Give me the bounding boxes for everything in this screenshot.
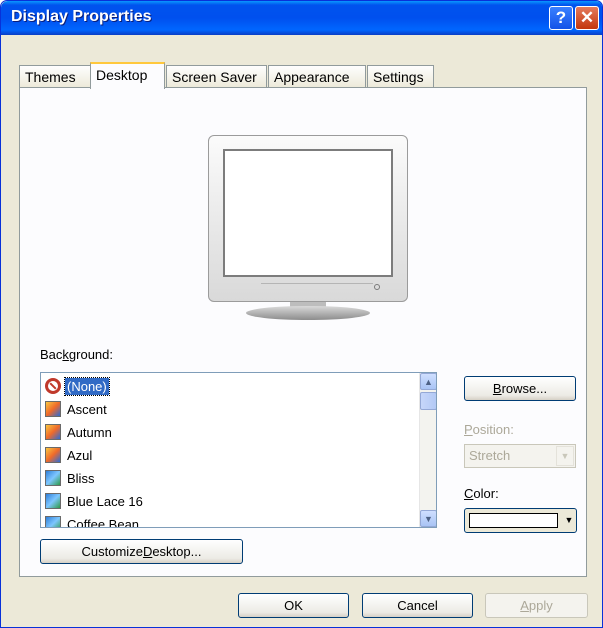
tab-desktop[interactable]: Desktop <box>90 62 165 89</box>
bliss-image-icon <box>45 493 61 509</box>
monitor-frame <box>208 135 408 302</box>
background-listbox[interactable]: (None) Ascent Autumn Azul Bliss Blue Lac… <box>40 372 437 528</box>
customize-desktop-button[interactable]: Customize Desktop... <box>40 539 243 564</box>
tab-desktop-label: Desktop <box>96 67 148 83</box>
display-properties-window: Display Properties ? ✕ Themes Desktop Sc… <box>0 0 603 628</box>
chevron-down-icon: ▼ <box>564 515 574 525</box>
desktop-tab-panel: Background: (None) Ascent Autumn Azul Bl… <box>19 87 587 577</box>
vertical-scrollbar[interactable]: ▲ ▼ <box>419 373 436 527</box>
color-label: Color: <box>464 486 499 501</box>
help-icon: ? <box>555 8 567 27</box>
close-icon: ✕ <box>579 8 595 27</box>
color-picker-button[interactable]: ▼ <box>464 508 577 533</box>
help-button[interactable]: ? <box>549 6 573 30</box>
list-item[interactable]: Ascent <box>45 398 415 420</box>
position-select[interactable]: Stretch ▼ <box>464 444 576 468</box>
monitor-preview <box>208 135 408 320</box>
list-item[interactable]: Bliss <box>45 467 415 489</box>
list-item[interactable]: Blue Lace 16 <box>45 490 415 512</box>
monitor-screen <box>223 149 393 277</box>
tab-themes-label: Themes <box>25 69 76 85</box>
bliss-image-icon <box>45 470 61 486</box>
tab-settings[interactable]: Settings <box>367 65 434 88</box>
list-item[interactable]: Coffee Bean <box>45 513 415 527</box>
image-icon <box>45 447 61 463</box>
position-label: Position: <box>464 422 514 437</box>
tab-screen-saver-label: Screen Saver <box>172 69 257 85</box>
cancel-button[interactable]: Cancel <box>362 593 473 618</box>
scroll-thumb[interactable] <box>420 392 436 410</box>
color-swatch <box>469 513 558 528</box>
list-item[interactable]: Azul <box>45 444 415 466</box>
tab-screen-saver[interactable]: Screen Saver <box>166 65 267 88</box>
power-led-icon <box>374 284 380 290</box>
chevron-down-icon: ▼ <box>424 513 433 524</box>
list-item[interactable]: Autumn <box>45 421 415 443</box>
image-icon <box>45 424 61 440</box>
scroll-down-button[interactable]: ▼ <box>420 510 436 527</box>
background-label: Background: <box>40 347 113 362</box>
position-value: Stretch <box>469 448 511 463</box>
browse-button[interactable]: Browse... <box>464 376 576 401</box>
ok-button[interactable]: OK <box>238 593 349 618</box>
scroll-up-button[interactable]: ▲ <box>420 373 436 390</box>
monitor-stand <box>246 306 370 320</box>
tab-appearance-label: Appearance <box>274 69 350 85</box>
close-button[interactable]: ✕ <box>575 6 599 30</box>
image-icon <box>45 401 61 417</box>
window-title: Display Properties <box>11 8 152 25</box>
title-bar[interactable]: Display Properties ? ✕ <box>1 1 602 35</box>
chevron-up-icon: ▲ <box>424 376 433 387</box>
tab-settings-label: Settings <box>373 69 424 85</box>
none-icon <box>45 378 61 394</box>
list-item[interactable]: (None) <box>45 375 415 397</box>
apply-button[interactable]: Apply <box>485 593 588 618</box>
chevron-down-icon: ▼ <box>556 446 574 466</box>
tab-appearance[interactable]: Appearance <box>268 65 366 88</box>
monitor-bezel-line <box>261 283 373 293</box>
tab-themes[interactable]: Themes <box>19 65 91 88</box>
bliss-image-icon <box>45 516 61 527</box>
